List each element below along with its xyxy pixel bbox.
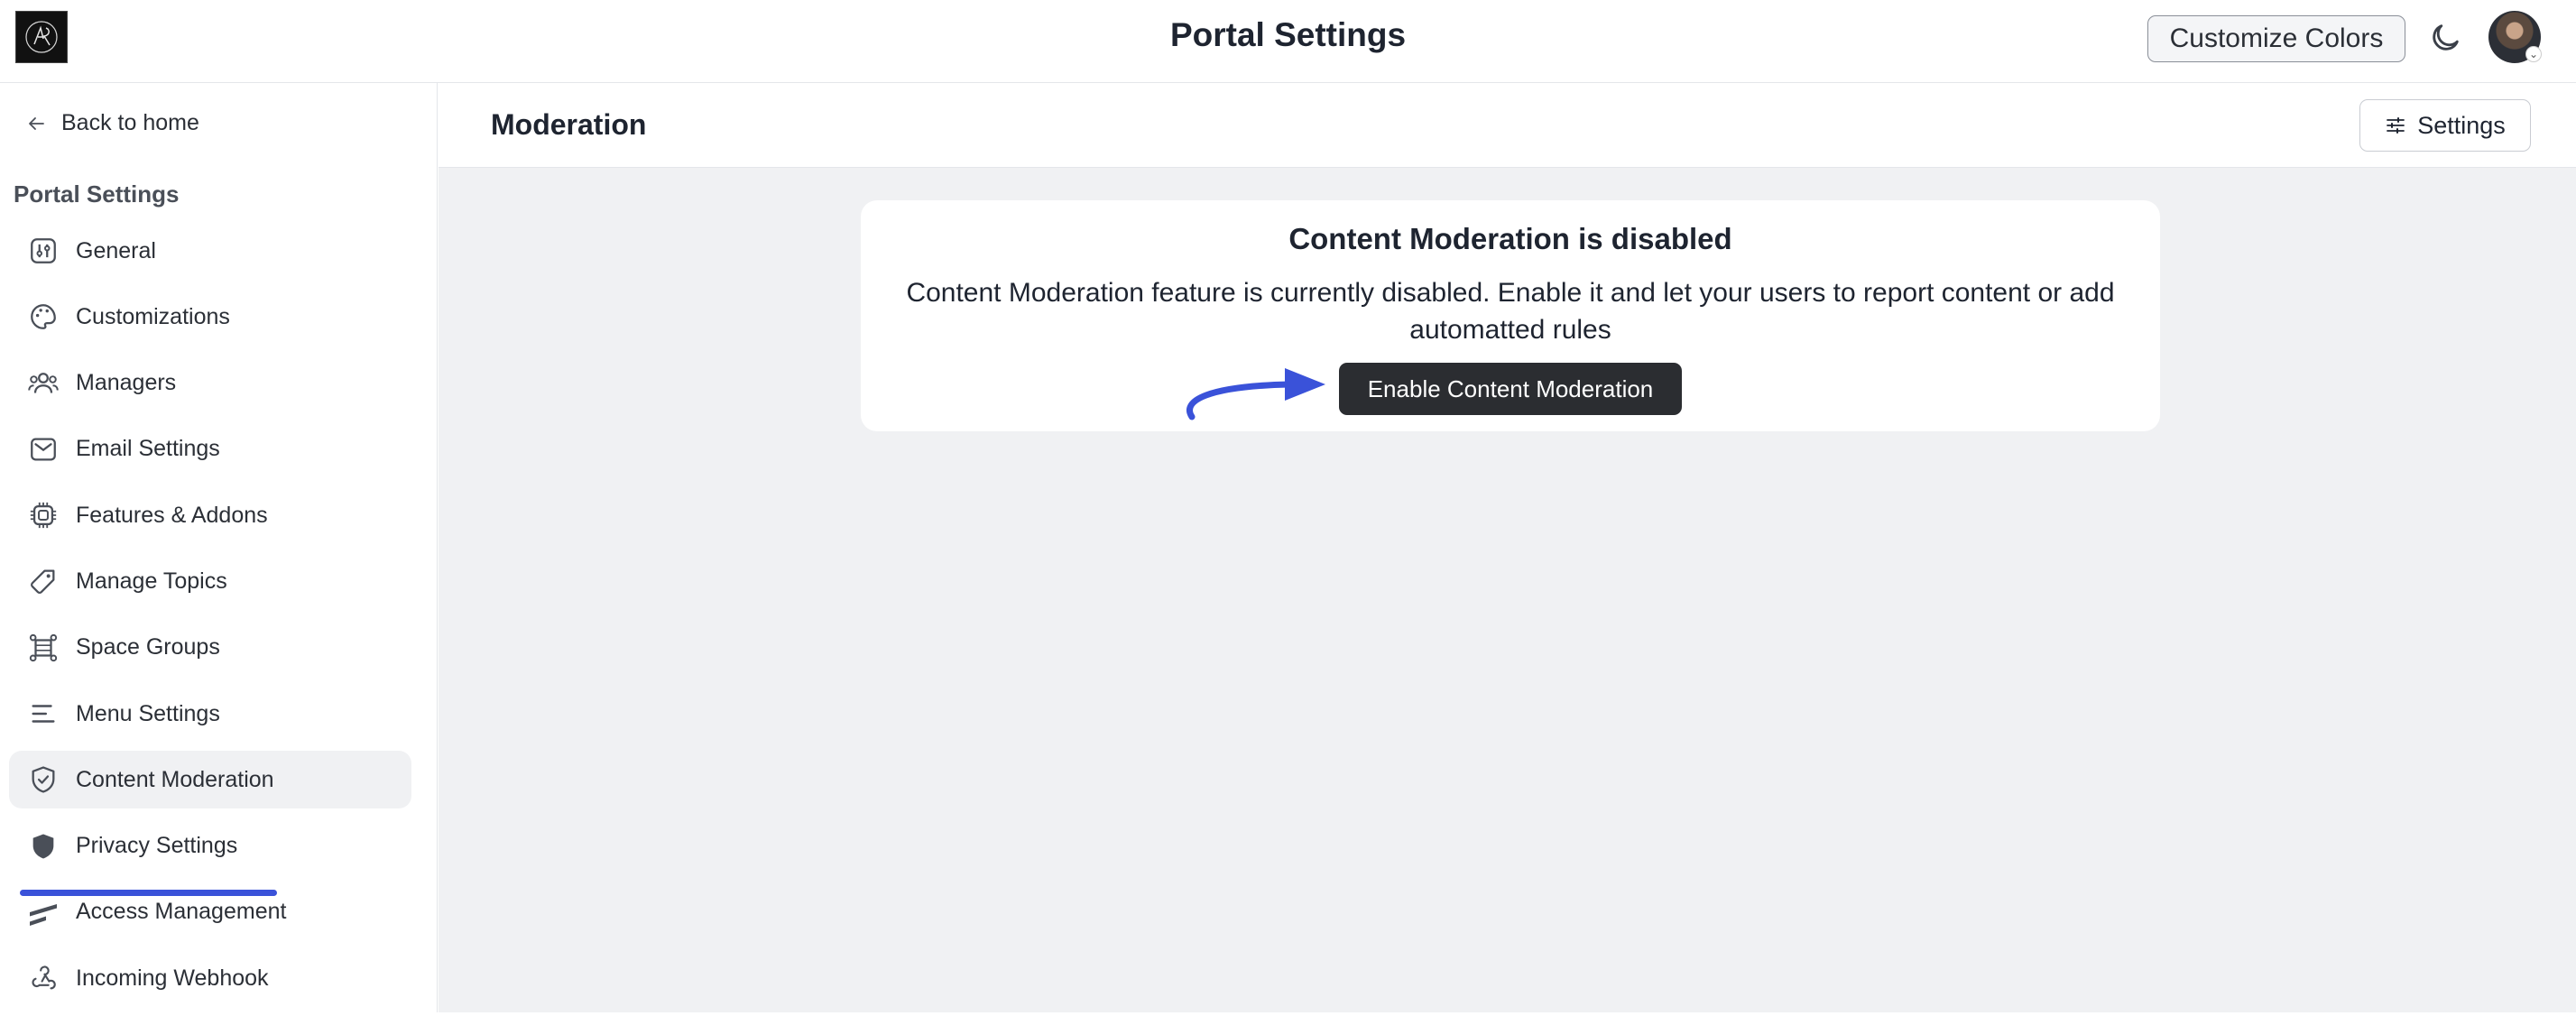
- chip-icon: [27, 499, 60, 531]
- sidebar-item-label: General: [76, 237, 156, 263]
- tag-icon: [27, 565, 60, 597]
- sidebar-item-managers[interactable]: Managers: [9, 355, 411, 412]
- sidebar-item-features-addons[interactable]: Features & Addons: [9, 486, 411, 544]
- sidebar-item-label: Managers: [76, 370, 177, 396]
- top-bar: Portal Settings Customize Colors ⌄: [0, 0, 2576, 83]
- sidebar-section-title: Portal Settings: [14, 180, 180, 208]
- shield-check-icon: [27, 763, 60, 796]
- sidebar-item-label: Space Groups: [76, 634, 220, 660]
- main-content: Content Moderation is disabled Content M…: [439, 168, 2576, 1012]
- sidebar-item-privacy-settings[interactable]: Privacy Settings: [9, 817, 411, 875]
- sidebar-item-label: Privacy Settings: [76, 833, 238, 859]
- sliders-icon: [2387, 117, 2405, 134]
- frame-icon: [27, 632, 60, 664]
- sidebar-item-label: Content Moderation: [76, 766, 274, 792]
- moderation-disabled-card: Content Moderation is disabled Content M…: [861, 200, 2160, 431]
- back-to-home-label: Back to home: [61, 110, 199, 135]
- annotation-arrow-icon: [1186, 368, 1325, 420]
- menu-lines-icon: [27, 697, 60, 730]
- shield-icon: [27, 830, 60, 863]
- moon-icon: [2433, 24, 2459, 51]
- enable-content-moderation-button[interactable]: Enable Content Moderation: [1339, 363, 1682, 415]
- sidebar-item-email-settings[interactable]: Email Settings: [9, 420, 411, 478]
- sidebar-item-label: Access Management: [76, 899, 287, 925]
- settings-button[interactable]: Settings: [2359, 99, 2531, 152]
- stripes-icon: [27, 896, 60, 928]
- sliders-square-icon: [27, 235, 60, 267]
- page-header: Moderation Settings: [439, 83, 2576, 168]
- annotation-underline: [20, 890, 277, 896]
- sidebar-item-menu-settings[interactable]: Menu Settings: [9, 685, 411, 743]
- sidebar-item-label: Incoming Webhook: [76, 965, 269, 991]
- sidebar-item-label: Customizations: [76, 303, 230, 329]
- users-icon: [27, 367, 60, 400]
- sidebar-item-label: Menu Settings: [76, 700, 220, 726]
- settings-button-label: Settings: [2417, 111, 2506, 139]
- sidebar-item-label: Email Settings: [76, 436, 220, 462]
- palette-icon: [27, 300, 60, 333]
- card-title: Content Moderation is disabled: [1288, 222, 1732, 255]
- mail-icon: [27, 433, 60, 466]
- sidebar-item-general[interactable]: General: [9, 222, 411, 280]
- page-title: Moderation: [491, 108, 647, 141]
- customize-colors-button[interactable]: Customize Colors: [2147, 15, 2405, 62]
- sidebar: Back to home Portal Settings General Cus…: [0, 83, 438, 1012]
- sidebar-item-incoming-webhook[interactable]: Incoming Webhook: [9, 949, 411, 1007]
- back-to-home-link[interactable]: Back to home: [25, 110, 199, 136]
- sidebar-item-label: Features & Addons: [76, 502, 268, 528]
- sidebar-item-content-moderation[interactable]: Content Moderation: [9, 751, 411, 809]
- sidebar-item-customizations[interactable]: Customizations: [9, 288, 411, 346]
- sidebar-item-space-groups[interactable]: Space Groups: [9, 619, 411, 677]
- arrow-left-icon: [29, 116, 44, 130]
- sidebar-item-manage-topics[interactable]: Manage Topics: [9, 552, 411, 610]
- card-description: Content Moderation feature is currently …: [906, 278, 2115, 345]
- webhook-icon: [27, 962, 60, 994]
- sidebar-nav: General Customizations Managers Email Se…: [9, 222, 411, 1016]
- chevron-down-icon[interactable]: ⌄: [2525, 46, 2542, 62]
- dark-mode-toggle[interactable]: [2427, 20, 2463, 56]
- sidebar-item-label: Manage Topics: [76, 568, 227, 594]
